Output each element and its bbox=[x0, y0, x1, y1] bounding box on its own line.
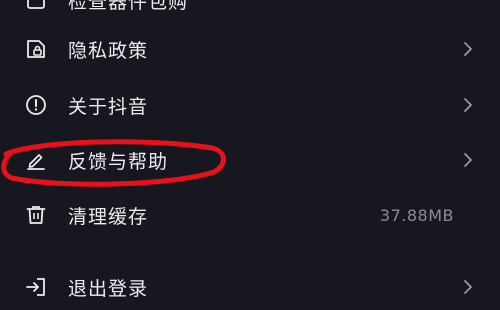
chevron-right-icon bbox=[464, 98, 472, 112]
menu-item-privacy-policy[interactable]: 隐私政策 bbox=[0, 21, 500, 77]
menu-item-label: 反馈与帮助 bbox=[68, 150, 169, 173]
menu-item-label: 检查器件包购 bbox=[68, 0, 189, 13]
menu-item-clear-cache[interactable]: 清理缓存 37.88MB bbox=[0, 187, 500, 243]
menu-item-label: 隐私政策 bbox=[68, 39, 149, 62]
chevron-right-icon bbox=[464, 42, 472, 56]
info-icon bbox=[24, 93, 48, 117]
menu-item-label: 关于抖音 bbox=[68, 95, 149, 118]
menu-item-label: 退出登录 bbox=[68, 277, 149, 300]
chevron-right-icon bbox=[464, 280, 472, 294]
menu-item-feedback-help[interactable]: 反馈与帮助 bbox=[0, 132, 500, 188]
lock-icon bbox=[24, 37, 48, 61]
menu-item-logout[interactable]: 退出登录 bbox=[0, 259, 500, 310]
chevron-right-icon bbox=[464, 153, 472, 167]
logout-icon bbox=[24, 275, 48, 299]
box-icon bbox=[24, 0, 48, 12]
pencil-icon bbox=[24, 148, 48, 172]
trash-icon bbox=[24, 203, 48, 227]
menu-item-about[interactable]: 关于抖音 bbox=[0, 77, 500, 133]
menu-item-label: 清理缓存 bbox=[68, 205, 149, 228]
menu-item-partial[interactable]: 检查器件包购 bbox=[0, 0, 500, 20]
settings-screen: 检查器件包购 隐私政策 关于抖音 反馈与帮助 清理缓存 37.88MB 退出登录 bbox=[0, 0, 500, 310]
cache-size-value: 37.88MB bbox=[379, 205, 454, 225]
